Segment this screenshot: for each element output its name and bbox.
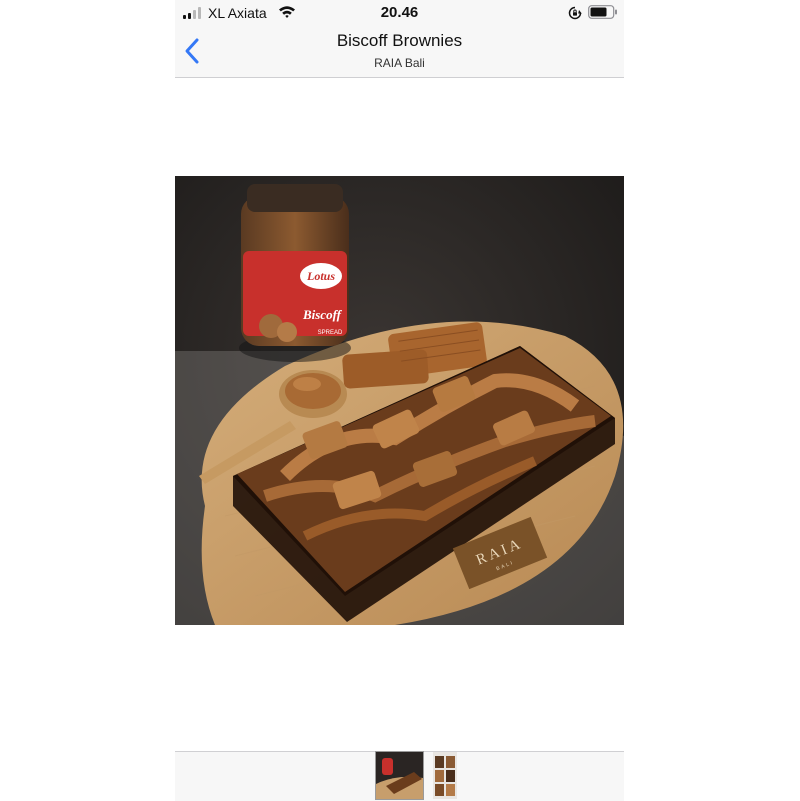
thumbnail-2[interactable] <box>433 752 457 799</box>
jar-brand-text: Lotus <box>306 269 335 283</box>
biscoff-jar: Lotus Biscoff SPREAD <box>239 184 351 362</box>
jar-product-text: Biscoff <box>302 307 343 322</box>
jar-label-text: SPREAD <box>318 330 343 336</box>
navigation-bar: Biscoff Brownies RAIA Bali <box>175 26 624 78</box>
battery-icon <box>588 5 617 19</box>
product-photo[interactable]: Lotus Biscoff SPREAD RAIA BALI <box>175 176 624 625</box>
status-bar: XL Axiata 20.46 <box>175 0 624 26</box>
clock-time: 20.46 <box>380 4 419 21</box>
thumbnail-1[interactable] <box>375 751 424 800</box>
rotation-lock-icon <box>568 6 582 20</box>
page-title: Biscoff Brownies <box>336 31 463 50</box>
phone-screen: XL Axiata 20.46 Biscoff Brownies RAIA Ba… <box>175 0 624 801</box>
page-subtitle: RAIA Bali <box>374 56 425 70</box>
